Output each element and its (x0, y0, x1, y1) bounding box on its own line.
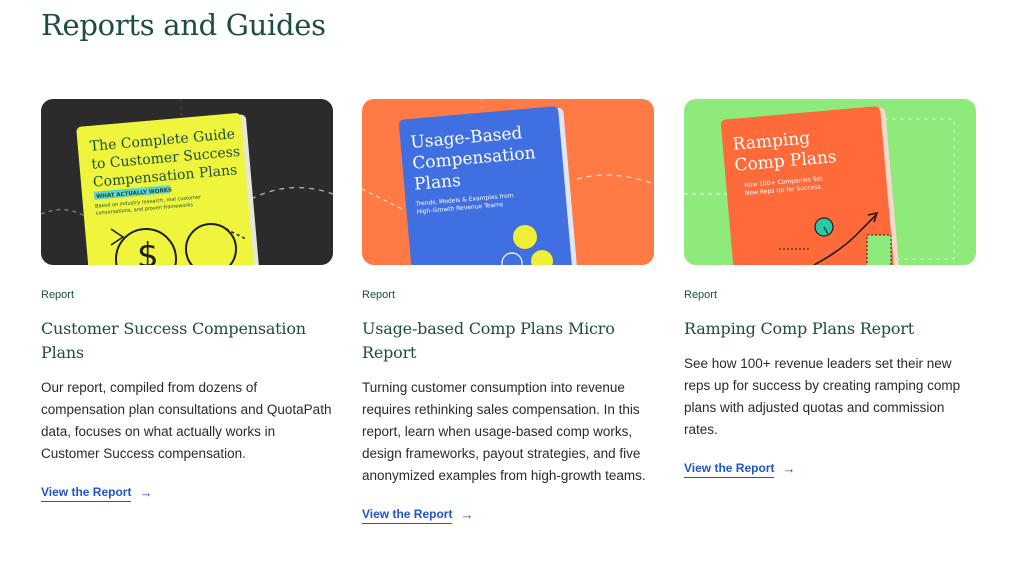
card-description: Turning customer consumption into revenu… (362, 380, 646, 483)
report-cover-image[interactable]: Usage-Based Compensation Plans Trends, M… (362, 99, 654, 265)
content-type-tag: Report (684, 289, 718, 301)
card-title[interactable]: Usage-based Comp Plans Micro Report (362, 317, 654, 365)
cover-title-line: Plans (413, 171, 461, 195)
view-report-link[interactable]: View the Report → (41, 485, 152, 502)
report-cover-image[interactable]: Ramping Comp Plans How 100+ Companies Se… (684, 99, 976, 265)
page-title: Reports and Guides (41, 8, 326, 42)
view-report-label: View the Report (362, 507, 453, 524)
arrow-right-icon: → (139, 484, 153, 500)
content-type-tag: Report (41, 289, 75, 301)
card-description: See how 100+ revenue leaders set their n… (684, 356, 961, 437)
card-description: Our report, compiled from dozens of comp… (41, 380, 332, 461)
report-card-customer-success: The Complete Guide to Customer Success C… (41, 99, 333, 502)
view-report-label: View the Report (684, 461, 775, 478)
arrow-right-icon: → (782, 460, 796, 476)
dollar-icon: $ (137, 236, 159, 265)
card-title[interactable]: Ramping Comp Plans Report (684, 317, 976, 341)
content-type-tag: Report (362, 289, 396, 301)
arrow-right-icon: → (460, 506, 474, 522)
card-title[interactable]: Customer Success Compensation Plans (41, 317, 333, 365)
view-report-label: View the Report (41, 485, 132, 502)
report-card-ramping: Ramping Comp Plans How 100+ Companies Se… (684, 99, 976, 478)
view-report-link[interactable]: View the Report → (684, 461, 795, 478)
view-report-link[interactable]: View the Report → (362, 507, 473, 524)
report-cover-image[interactable]: The Complete Guide to Customer Success C… (41, 99, 333, 265)
report-card-usage-based: Usage-Based Compensation Plans Trends, M… (362, 99, 654, 524)
